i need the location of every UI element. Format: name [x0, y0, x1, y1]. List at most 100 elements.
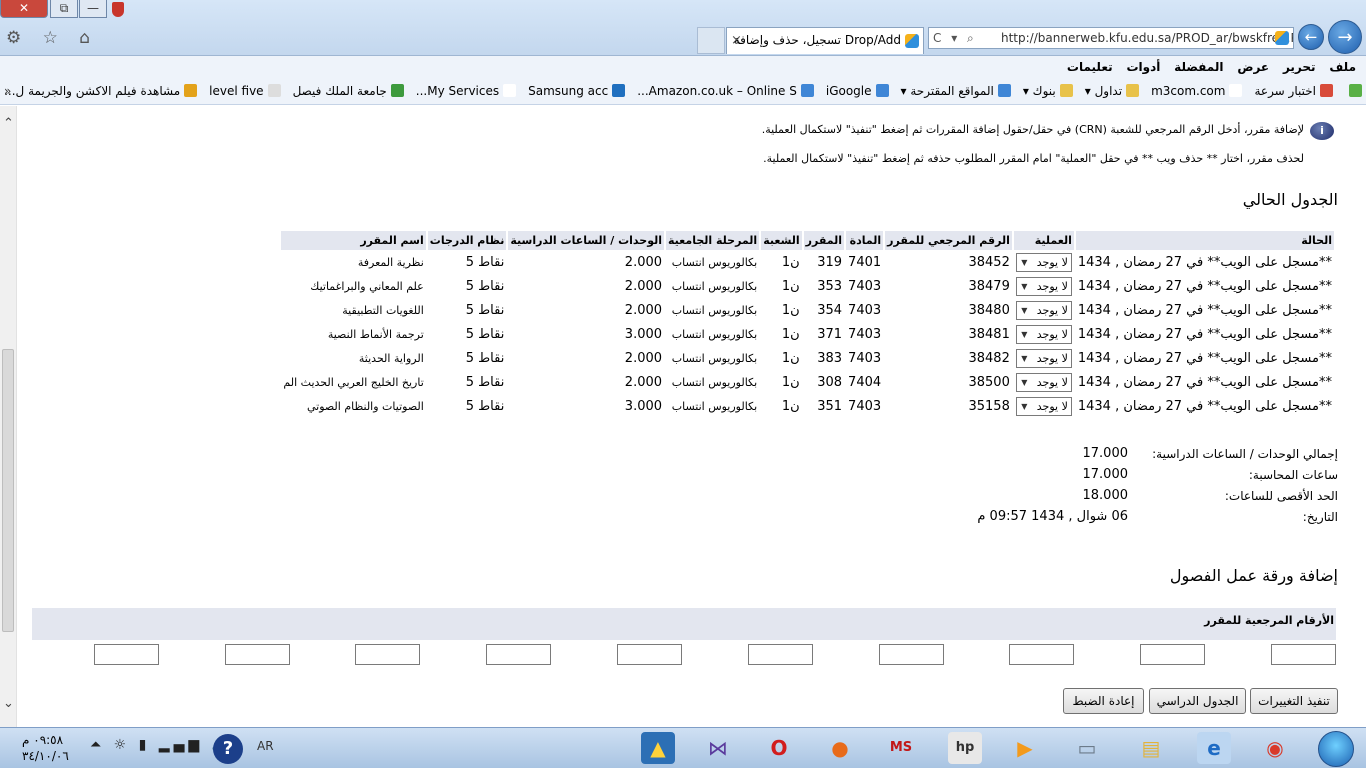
menu-edit[interactable]: تحرير — [1283, 60, 1316, 74]
action-select[interactable]: لا يوجد ▼ — [1015, 396, 1072, 416]
action-select-value: لا يوجد — [1036, 351, 1068, 365]
favorite-item[interactable]: اختبار سرعة — [1254, 78, 1333, 104]
crn-input[interactable] — [355, 644, 421, 665]
action-select[interactable]: لا يوجد ▼ — [1015, 324, 1072, 344]
firefox-icon[interactable]: ● — [823, 732, 857, 764]
favorite-item[interactable]: جامعة الملك فيصل — [293, 78, 404, 104]
tray-clock[interactable]: ٠٩:٥٨ م ٣٤/١٠/٠٦ — [22, 732, 69, 764]
crn-input[interactable] — [224, 644, 290, 665]
address-bar-actions-icon[interactable]: C ▾ ⌕ — [933, 28, 977, 48]
favorite-item[interactable]: Amazon.co.uk – Online S... — [637, 78, 814, 104]
chevron-down-icon[interactable]: ▼ — [1018, 279, 1031, 294]
crn-cell: 38480 — [968, 302, 1010, 318]
tray-status-icons[interactable]: ⏶ ☼ ▮ ▂▄▆ 🔊 — [90, 737, 233, 753]
favorite-item-label: اختبار سرعة — [1254, 84, 1316, 98]
crn-input[interactable] — [747, 644, 813, 665]
chevron-down-icon[interactable]: ▼ — [1018, 303, 1031, 318]
action-select[interactable]: لا يوجد ▼ — [1015, 276, 1072, 296]
crn-input[interactable] — [878, 644, 944, 665]
address-bar[interactable]: C ▾ ⌕ http://bannerweb.kfu.edu.sa/PROD_a… — [928, 27, 1294, 49]
chevron-down-icon[interactable]: ▼ — [1018, 327, 1031, 342]
internet-explorer-icon[interactable]: e — [1197, 732, 1231, 764]
name-cell: تاريخ الخليج العربي الحديث الم — [283, 375, 424, 389]
action-select[interactable]: لا يوجد ▼ — [1015, 348, 1072, 368]
name-cell: علم المعاني والبراغماتيك — [310, 279, 424, 293]
crn-input[interactable] — [1140, 644, 1206, 665]
media-player-icon[interactable]: ▶ — [1008, 732, 1042, 764]
name-cell: الصوتيات والنظام الصوتي — [306, 399, 424, 413]
crn-input[interactable] — [617, 644, 682, 665]
menu-view[interactable]: عرض — [1237, 60, 1269, 74]
window-restore-button[interactable]: ⧉ — [50, 0, 78, 18]
hp-icon[interactable]: hp — [948, 732, 982, 764]
reset-button[interactable]: إعادة الضبط — [1063, 688, 1144, 714]
crn-input[interactable] — [1271, 644, 1336, 665]
favorite-item[interactable]: level five — [209, 78, 281, 104]
action-select[interactable]: لا يوجد ▼ — [1015, 372, 1072, 392]
address-url[interactable]: http://bannerweb.kfu.edu.sa/PROD_ar/bwsk… — [1001, 28, 1293, 48]
menu-favorites[interactable]: المفضلة — [1174, 60, 1223, 74]
action-select[interactable]: لا يوجد ▼ — [1015, 252, 1072, 272]
favorite-item[interactable]: مشاهدة فيلم الاكشن والجريمة ل... — [4, 78, 198, 104]
ms-app-icon[interactable]: MS — [884, 732, 918, 764]
favorite-item[interactable]: بنوك ▾ — [1023, 78, 1073, 104]
scroll-thumb[interactable] — [2, 349, 14, 632]
vertical-scrollbar[interactable]: ⌃ ⌄ — [0, 106, 17, 727]
visual-studio-icon[interactable]: ⋈ — [701, 732, 735, 764]
forward-button[interactable]: → — [1328, 20, 1362, 54]
col-grade-header: نظام الدرجات — [427, 231, 507, 250]
browser-title-bar: ✕ ⧉ — ⚙ ☆ ⌂ × تسجيل، حذف وإضافة Drop/Add… — [0, 0, 1366, 56]
toolbar-icons-gear-star-home[interactable]: ⚙ ☆ ⌂ — [6, 28, 98, 48]
name-cell: ترجمة الأنماط النصية — [327, 327, 424, 341]
favorites-overflow-chevron-icon[interactable]: » — [4, 78, 11, 104]
taskbar: ٠٩:٥٨ م ٣٤/١٠/٠٦ ⏶ ☼ ▮ ▂▄▆ 🔊 ? AR ▲ ⋈ O … — [0, 727, 1366, 768]
favorite-item[interactable] — [1345, 78, 1362, 104]
help-icon[interactable]: ? — [213, 734, 243, 764]
crn-input[interactable] — [1009, 644, 1075, 665]
start-button[interactable] — [1318, 731, 1354, 767]
language-indicator[interactable]: AR — [257, 739, 274, 753]
status-cell: **مسجل على الويب** في 27 رمضان , 1434 — [1077, 254, 1332, 270]
favorite-item[interactable]: Samsung acc — [528, 78, 626, 104]
crn-input[interactable] — [486, 644, 552, 665]
menu-tools[interactable]: أدوات — [1126, 60, 1160, 74]
opera-icon[interactable]: O — [762, 732, 796, 764]
chevron-down-icon[interactable]: ▼ — [1018, 375, 1031, 390]
action-select-value: لا يوجد — [1036, 303, 1068, 317]
chart-app-icon[interactable]: ▲ — [641, 732, 675, 764]
favorite-item-icon — [267, 84, 281, 97]
action-select[interactable]: لا يوجد ▼ — [1015, 300, 1072, 320]
chevron-down-icon[interactable]: ▼ — [1018, 399, 1031, 414]
tab-drop-add[interactable]: × تسجيل، حذف وإضافة Drop/Add — [726, 27, 924, 54]
menu-file[interactable]: ملف — [1329, 60, 1356, 74]
favorite-item[interactable]: My Services... — [416, 78, 517, 104]
folder-icon[interactable]: ▤ — [1134, 732, 1168, 764]
units-cell: 2.000 — [624, 374, 663, 390]
chrome-icon[interactable]: ◉ — [1258, 732, 1292, 764]
favorite-item-label: iGoogle — [825, 84, 872, 98]
class-schedule-button[interactable]: الجدول الدراسي — [1149, 688, 1246, 714]
favorite-item[interactable]: تداول ▾ — [1085, 78, 1140, 104]
subject-cell: 7404 — [848, 374, 882, 390]
billing-hours-row: ساعات المحاسبة: 17.000 — [977, 464, 1339, 485]
crn-input[interactable] — [93, 644, 159, 665]
scroll-down-arrow-icon[interactable]: ⌄ — [0, 696, 17, 712]
window-minimize-button[interactable]: — — [79, 0, 107, 18]
computer-icon[interactable]: ▭ — [1070, 732, 1104, 764]
submit-changes-button[interactable]: تنفيذ التغييرات — [1250, 688, 1338, 714]
favorite-item[interactable]: المواقع المقترحة ▾ — [901, 78, 1011, 104]
favorite-item[interactable]: iGoogle — [826, 78, 889, 104]
favorite-item[interactable]: m3com.com — [1151, 78, 1243, 104]
chevron-down-icon[interactable]: ▼ — [1018, 255, 1031, 270]
crn-cell: 35158 — [968, 398, 1010, 414]
menu-help[interactable]: تعليمات — [1067, 60, 1113, 74]
scroll-up-arrow-icon[interactable]: ⌃ — [0, 116, 17, 132]
favorite-item-icon — [1229, 84, 1243, 97]
chevron-down-icon[interactable]: ▼ — [1018, 351, 1031, 366]
action-select-value: لا يوجد — [1036, 279, 1068, 293]
name-cell: اللغويات التطبيقية — [342, 303, 424, 317]
new-tab-button[interactable] — [697, 27, 725, 54]
window-close-button[interactable]: ✕ — [0, 0, 48, 18]
table-row: **مسجل على الويب** في 27 رمضان , 1434 لا … — [281, 346, 1334, 370]
back-button[interactable]: ← — [1298, 24, 1324, 50]
